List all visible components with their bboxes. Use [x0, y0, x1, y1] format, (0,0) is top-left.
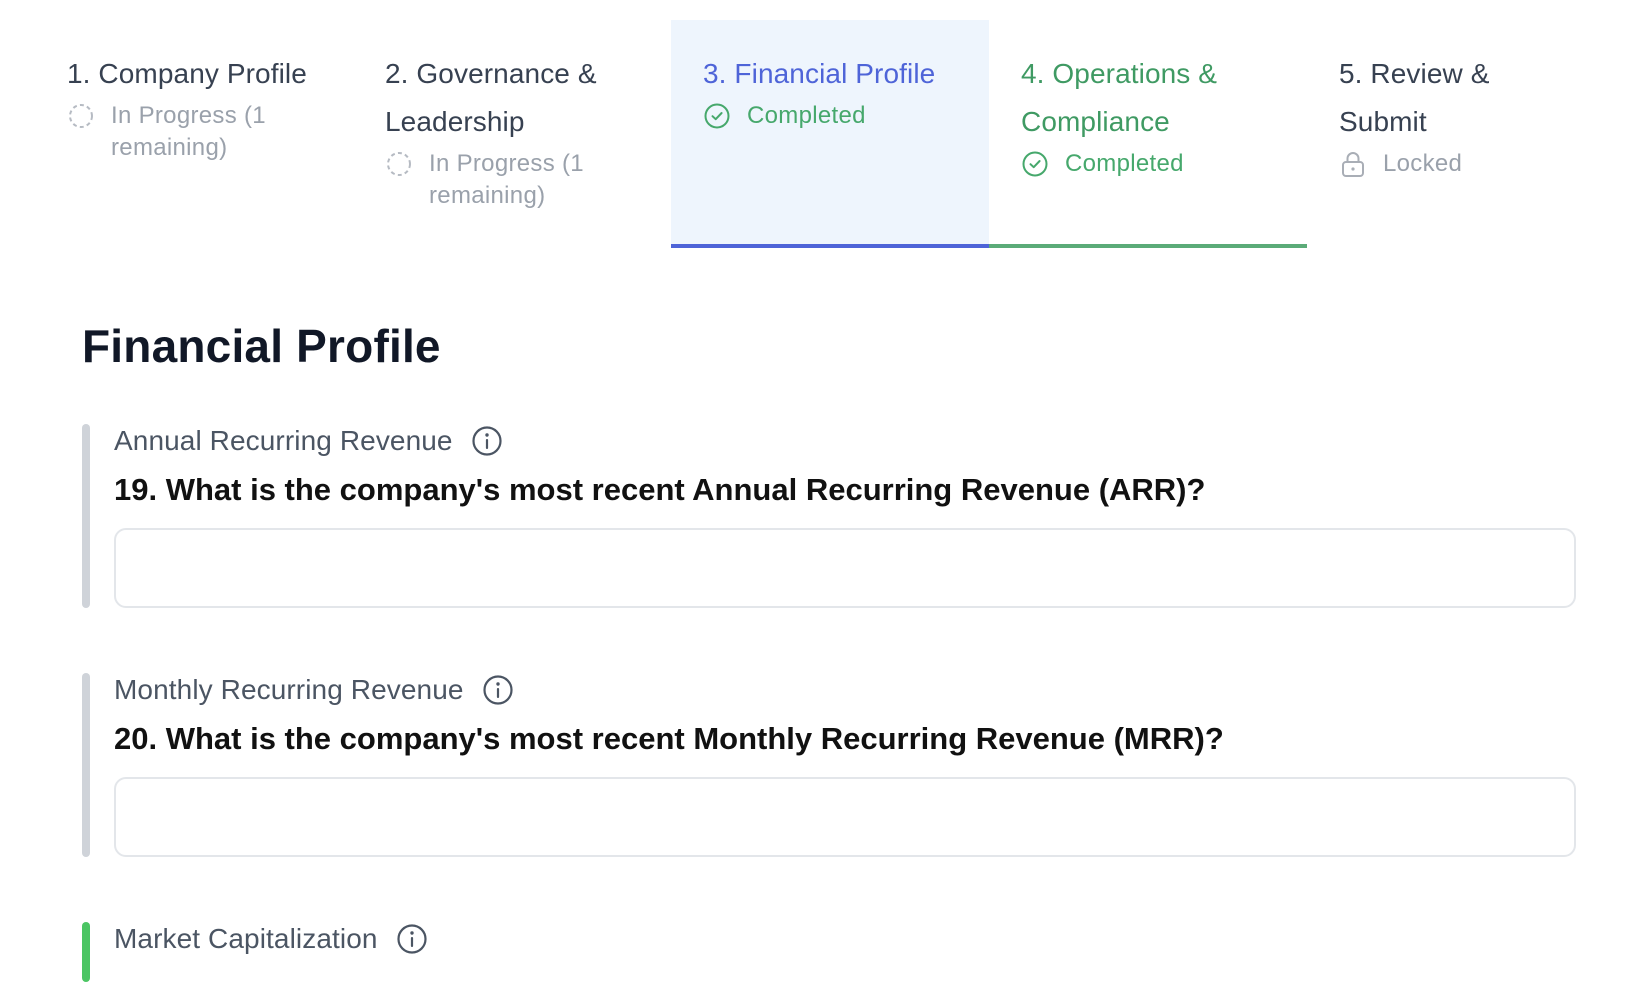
step-title: 2. Governance & Leadership — [385, 58, 597, 137]
step-status: Locked — [1339, 148, 1593, 180]
question-label-row: Monthly Recurring Revenue — [114, 673, 514, 707]
question-status-bar — [82, 673, 90, 857]
step-company-profile[interactable]: 1. Company Profile In Progress (1 remain… — [35, 20, 353, 248]
in-progress-icon — [387, 152, 411, 176]
step-title: 3. Financial Profile — [703, 58, 936, 89]
step-status-text: Completed — [747, 102, 866, 129]
step-title: 5. Review & Submit — [1339, 58, 1490, 137]
step-status: In Progress (1 remaining) — [67, 100, 321, 164]
question-market-cap: Market Capitalization — [82, 922, 1576, 982]
question-status-bar — [82, 424, 90, 608]
page-title: Financial Profile — [82, 320, 441, 372]
info-icon[interactable] — [471, 425, 503, 457]
step-financial-profile[interactable]: 3. Financial Profile Completed — [671, 20, 989, 248]
step-status-text: Locked — [1383, 150, 1463, 177]
in-progress-icon — [69, 104, 93, 128]
question-label-row: Annual Recurring Revenue — [114, 424, 503, 458]
check-circle-icon — [704, 103, 730, 129]
step-operations-compliance[interactable]: 4. Operations & Compliance Completed — [989, 20, 1307, 248]
step-status-text: Completed — [1065, 150, 1184, 177]
question-arr: Annual Recurring Revenue 19. What is the… — [82, 424, 1576, 610]
step-status: Completed — [703, 100, 957, 132]
step-status-text: In Progress (1 remaining) — [429, 150, 584, 209]
check-circle-icon — [1022, 151, 1048, 177]
step-title: 4. Operations & Compliance — [1021, 58, 1218, 137]
step-status: In Progress (1 remaining) — [385, 148, 639, 212]
question-label-row: Market Capitalization — [114, 922, 428, 956]
arr-input[interactable] — [114, 528, 1576, 608]
question-label: Annual Recurring Revenue — [114, 425, 453, 456]
step-status-text: In Progress (1 remaining) — [111, 102, 266, 161]
step-tabs: 1. Company Profile In Progress (1 remain… — [35, 20, 1625, 250]
question-text: 19. What is the company's most recent An… — [114, 472, 1206, 507]
step-status: Completed — [1021, 148, 1275, 180]
lock-icon — [1342, 152, 1364, 177]
info-icon[interactable] — [482, 674, 514, 706]
question-mrr: Monthly Recurring Revenue 20. What is th… — [82, 673, 1576, 859]
question-label: Market Capitalization — [114, 923, 378, 954]
step-governance-leadership[interactable]: 2. Governance & Leadership In Progress (… — [353, 20, 671, 248]
question-text: 20. What is the company's most recent Mo… — [114, 721, 1224, 756]
step-review-submit[interactable]: 5. Review & Submit Locked — [1307, 20, 1625, 248]
question-label: Monthly Recurring Revenue — [114, 674, 464, 705]
question-status-bar — [82, 922, 90, 982]
mrr-input[interactable] — [114, 777, 1576, 857]
step-title: 1. Company Profile — [67, 58, 307, 89]
info-icon[interactable] — [396, 923, 428, 955]
